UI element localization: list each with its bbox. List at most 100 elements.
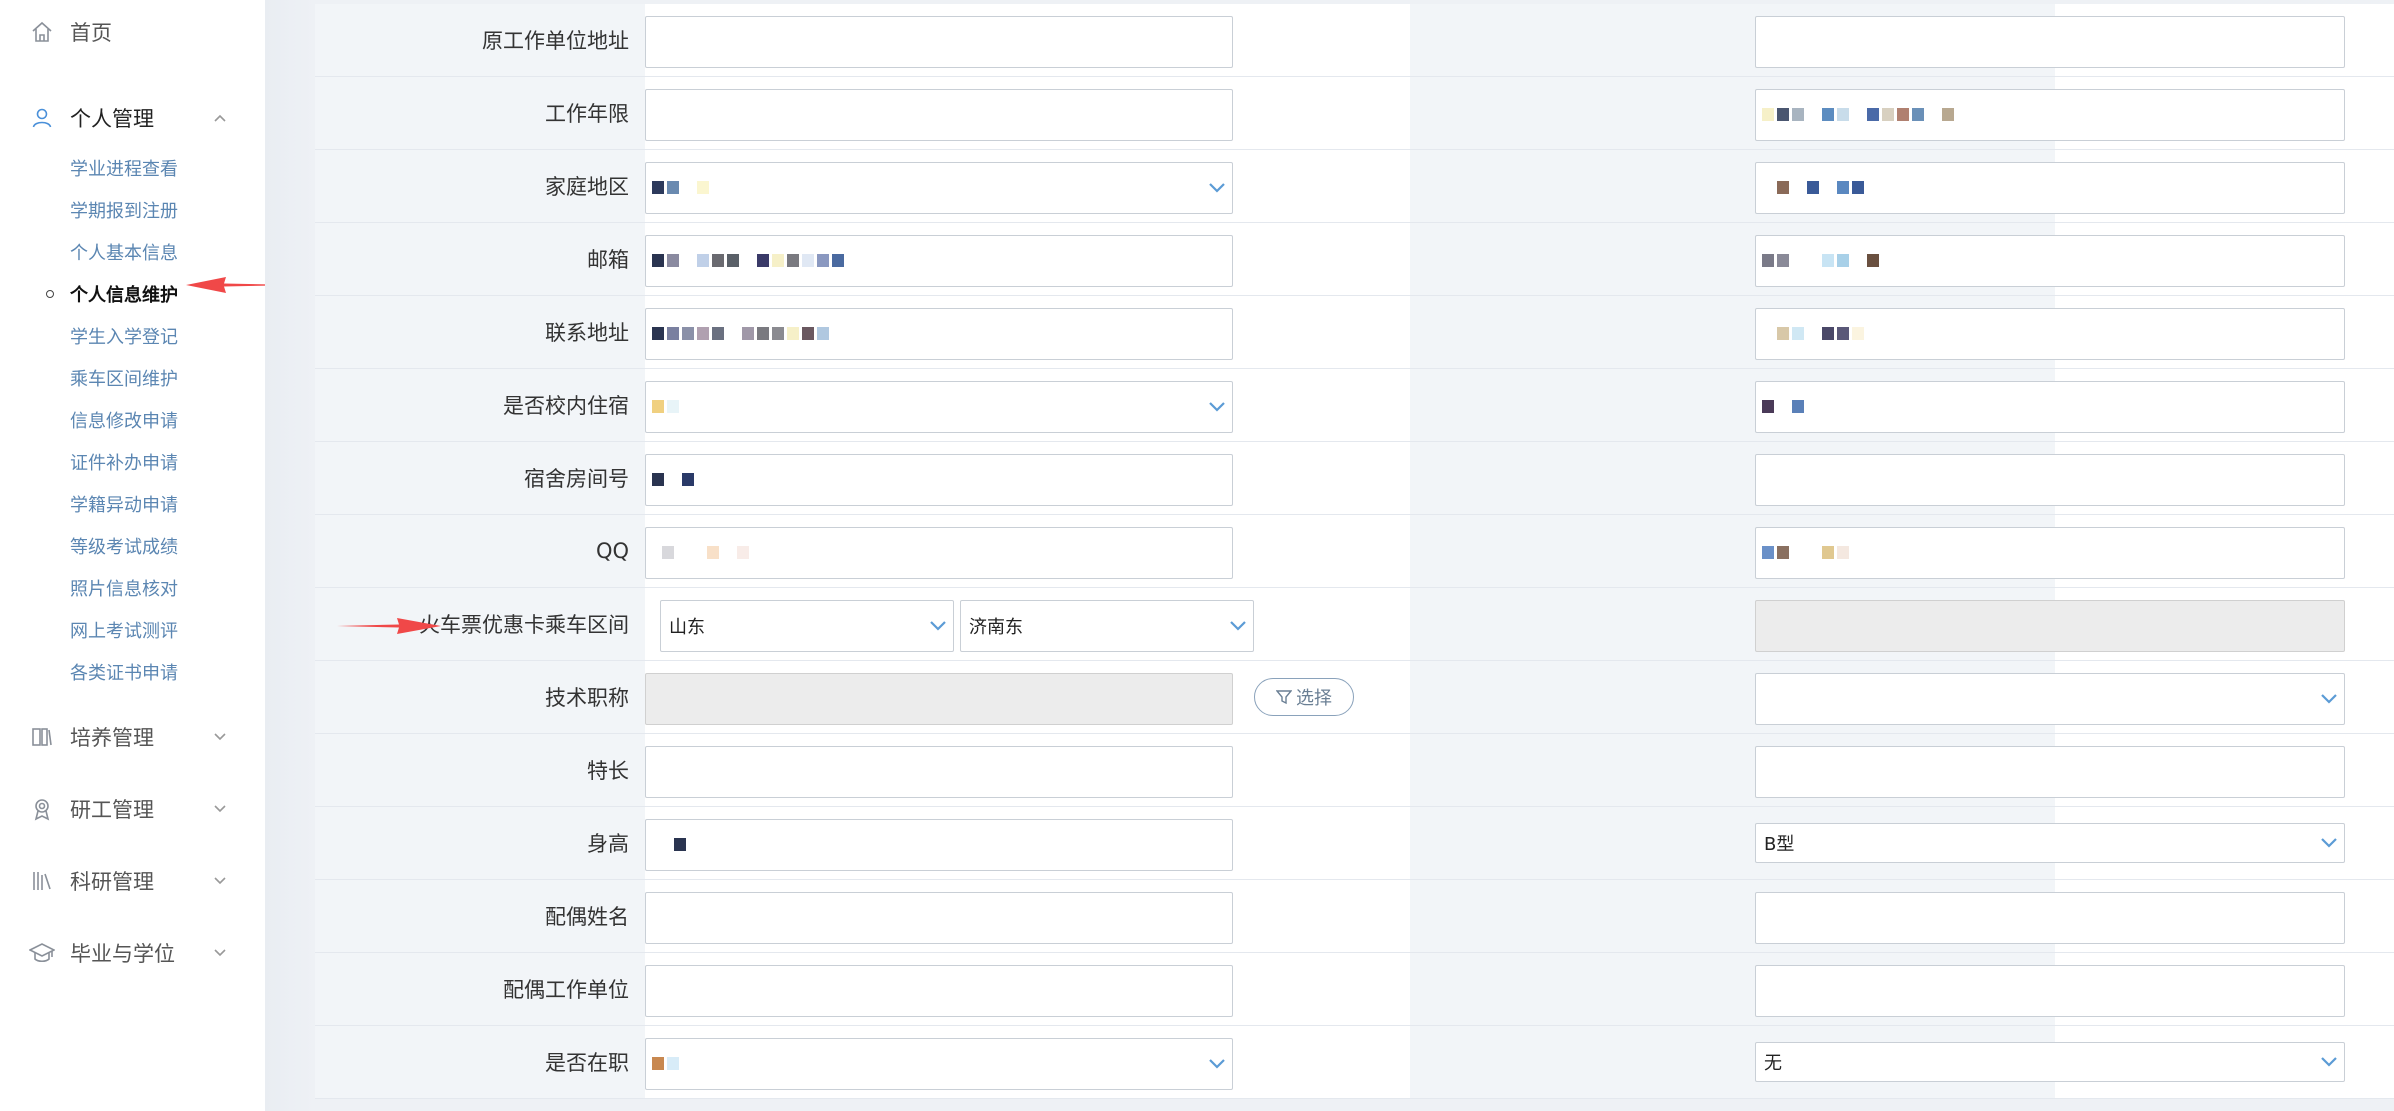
redacted-value — [1762, 546, 1849, 560]
email-input[interactable] — [645, 235, 1233, 287]
nav-personal-label: 个人管理 — [70, 107, 154, 131]
dorm-address-input[interactable] — [1755, 381, 2345, 433]
nav-home[interactable]: 首页 — [0, 4, 265, 60]
mobile-input[interactable] — [1755, 308, 2345, 360]
contact-phone-input[interactable] — [1755, 235, 2345, 287]
field-label: 是否在职 — [315, 1026, 645, 1098]
sub-item-label: 各类证书申请 — [70, 663, 178, 684]
sub-item-status-change[interactable]: 学籍异动申请 — [0, 484, 265, 524]
hobby-input[interactable] — [1755, 746, 2345, 798]
form-row: 联系地址 手机号码 — [315, 296, 2394, 369]
home-region-select[interactable] — [645, 162, 1233, 214]
graduation-cap-icon — [29, 940, 55, 966]
nav-scientific[interactable]: 科研管理 — [0, 853, 265, 909]
cadre-position-select[interactable] — [1755, 673, 2345, 725]
sub-item-certificate[interactable]: 各类证书申请 — [0, 652, 265, 692]
field-label: 宿舍房间号 — [315, 442, 645, 514]
sub-item-label: 证件补办申请 — [70, 453, 178, 474]
sub-item-register[interactable]: 学期报到注册 — [0, 190, 265, 230]
sub-item-label: 乘车区间维护 — [70, 369, 178, 390]
form-row: 工作年限 家庭地址 — [315, 77, 2394, 150]
sub-item-basic-info[interactable]: 个人基本信息 — [0, 232, 265, 272]
chevron-down-icon — [212, 945, 228, 961]
sub-item-online-exam[interactable]: 网上考试测评 — [0, 610, 265, 650]
nav-graduation[interactable]: 毕业与学位 — [0, 925, 265, 981]
redacted-value — [1762, 327, 1864, 341]
redacted-value — [674, 838, 686, 852]
contact-address-input[interactable] — [645, 308, 1233, 360]
sub-item-exam-scores[interactable]: 等级考试成绩 — [0, 526, 265, 566]
annotation-arrow-icon — [337, 618, 441, 634]
specialty-input[interactable] — [645, 746, 1233, 798]
chevron-down-icon — [1209, 183, 1225, 193]
rail-to-select[interactable]: 济南东 — [960, 600, 1254, 652]
form-row: 是否校内住宿 宿舍地址 — [315, 369, 2394, 442]
blood-type-value: B型 — [1764, 834, 1795, 855]
rail-from-select[interactable]: 山东 — [660, 600, 954, 652]
library-icon — [29, 868, 55, 894]
former-employer-postcode-input[interactable] — [1755, 16, 2345, 68]
former-employer-address-input[interactable] — [645, 16, 1233, 68]
home-phone-input[interactable] — [1755, 162, 2345, 214]
sub-item-label: 个人基本信息 — [70, 243, 178, 264]
form-row: 身高 血型 B型 — [315, 807, 2394, 880]
form-row: 配偶姓名 配偶联系电话 — [315, 880, 2394, 953]
award-icon — [29, 796, 55, 822]
chevron-down-icon — [2321, 838, 2337, 848]
redacted-value — [652, 400, 679, 414]
field-label: 配偶姓名 — [315, 880, 645, 952]
dorm-room-input[interactable] — [645, 454, 1233, 506]
chevron-down-icon — [212, 801, 228, 817]
sub-item-label: 学业进程查看 — [70, 159, 178, 180]
sub-item-id-reissue[interactable]: 证件补办申请 — [0, 442, 265, 482]
dorm-phone-input[interactable] — [1755, 454, 2345, 506]
chevron-down-icon — [212, 873, 228, 889]
field-label: 家庭地区 — [315, 150, 645, 222]
nav-graduation-label: 毕业与学位 — [70, 942, 175, 966]
technical-title-input — [645, 673, 1233, 725]
field-label: 技术职称 — [315, 661, 645, 733]
nav-research-work[interactable]: 研工管理 — [0, 781, 265, 837]
nav-training-label: 培养管理 — [70, 726, 154, 750]
user-icon — [29, 105, 55, 131]
employed-select[interactable] — [645, 1038, 1233, 1090]
work-years-input[interactable] — [645, 89, 1233, 141]
form-row: 邮箱 联系电话 — [315, 223, 2394, 296]
field-label: 配偶工作单位 — [315, 953, 645, 1025]
nav-personal[interactable]: 个人管理 — [0, 90, 265, 146]
religion-value: 无 — [1764, 1053, 1782, 1074]
chevron-down-icon — [2321, 694, 2337, 704]
chevron-down-icon — [212, 729, 228, 745]
qq-input[interactable] — [645, 527, 1233, 579]
field-label: 邮箱 — [315, 223, 645, 295]
nav-training[interactable]: 培养管理 — [0, 709, 265, 765]
religion-select[interactable]: 无 — [1755, 1042, 2345, 1082]
height-input[interactable] — [645, 819, 1233, 871]
redacted-value — [1762, 400, 1804, 414]
spouse-phone-input[interactable] — [1755, 892, 2345, 944]
sub-item-label: 个人信息维护 — [70, 285, 178, 306]
form-row: 特长 爱好 — [315, 734, 2394, 807]
choose-button-label: 选择 — [1296, 688, 1332, 709]
nav-scientific-label: 科研管理 — [70, 870, 154, 894]
sidebar: 首页 个人管理 学业进程查看 学期报到注册 个人基本信息 个人信息维护 学生入学… — [0, 0, 302, 1111]
spouse-employer-address-input[interactable] — [1755, 965, 2345, 1017]
on-campus-housing-select[interactable] — [645, 381, 1233, 433]
sub-item-rail-interval[interactable]: 乘车区间维护 — [0, 358, 265, 398]
chevron-down-icon — [930, 621, 946, 631]
home-address-input[interactable] — [1755, 89, 2345, 141]
choose-title-button[interactable]: 选择 — [1254, 678, 1354, 716]
blood-type-select[interactable]: B型 — [1755, 823, 2345, 863]
sub-item-enrollment[interactable]: 学生入学登记 — [0, 316, 265, 356]
sub-item-photo-check[interactable]: 照片信息核对 — [0, 568, 265, 608]
wechat-input[interactable] — [1755, 527, 2345, 579]
form-row: 家庭地区 家庭电话 — [315, 150, 2394, 223]
sub-item-progress[interactable]: 学业进程查看 — [0, 148, 265, 188]
spouse-name-input[interactable] — [645, 892, 1233, 944]
form-row: 宿舍房间号 宿舍电话 — [315, 442, 2394, 515]
sub-item-info-change[interactable]: 信息修改申请 — [0, 400, 265, 440]
sub-item-label: 学生入学登记 — [70, 327, 178, 348]
redacted-value — [652, 473, 694, 487]
spouse-employer-input[interactable] — [645, 965, 1233, 1017]
sidebar-shadow — [265, 0, 315, 1111]
